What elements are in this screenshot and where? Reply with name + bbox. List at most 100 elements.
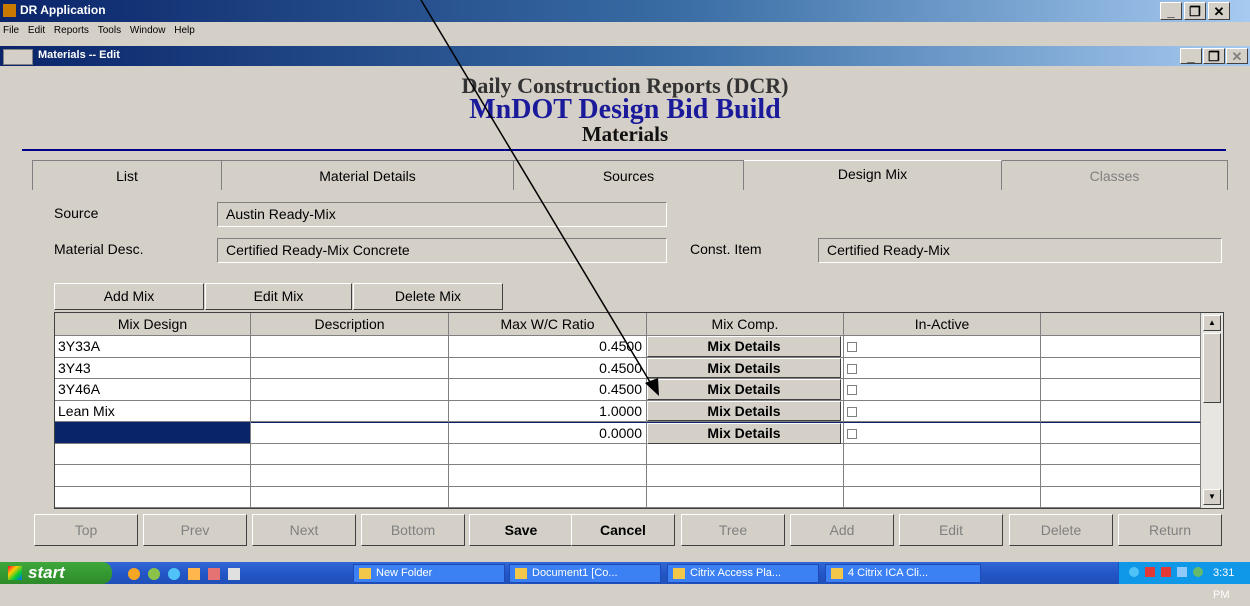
task-new-folder[interactable]: New Folder (353, 564, 505, 583)
grid-cell[interactable] (844, 443, 1041, 465)
wifi-icon[interactable] (1193, 567, 1203, 577)
edit-mix-button[interactable]: Edit Mix (205, 283, 352, 310)
in-active-checkbox[interactable] (847, 385, 857, 395)
ratio-cell[interactable]: 0.0000 (449, 422, 647, 444)
column-header[interactable]: In-Active (844, 313, 1041, 336)
network-icon[interactable] (1129, 567, 1139, 577)
menu-window[interactable]: Window (127, 22, 169, 39)
grid-cell[interactable] (449, 443, 647, 465)
child-close-icon[interactable]: ✕ (1226, 48, 1248, 64)
edit-button[interactable]: Edit (899, 514, 1003, 546)
add-mix-button[interactable]: Add Mix (54, 283, 204, 310)
save-button[interactable]: Save (469, 514, 573, 546)
delete-button[interactable]: Delete (1009, 514, 1113, 546)
media-icon[interactable] (148, 568, 160, 580)
child-minimize-icon[interactable]: _ (1180, 48, 1202, 64)
ratio-cell[interactable]: 0.4500 (449, 336, 647, 358)
grid-cell[interactable] (1041, 486, 1201, 508)
grid-cell[interactable] (1041, 422, 1201, 444)
in-active-checkbox[interactable] (847, 406, 857, 417)
mix-details-button[interactable]: Mix Details (647, 423, 841, 444)
menu-edit[interactable]: Edit (25, 22, 48, 39)
column-header[interactable] (1041, 313, 1201, 336)
description-cell[interactable] (251, 422, 449, 444)
scroll-thumb[interactable] (1203, 333, 1221, 403)
cursor-icon[interactable] (228, 568, 240, 580)
grid-cell[interactable] (647, 486, 844, 508)
outlook-icon[interactable] (188, 568, 200, 580)
mix-details-button[interactable]: Mix Details (647, 336, 841, 357)
source-field[interactable]: Austin Ready-Mix (217, 202, 667, 227)
mix-design-cell[interactable]: 3Y46A (55, 379, 251, 401)
close-icon[interactable]: ✕ (1208, 2, 1230, 20)
grid-cell[interactable] (55, 465, 251, 487)
material-desc-field[interactable]: Certified Ready-Mix Concrete (217, 238, 667, 263)
grid-scrollbar[interactable]: ▲ ▼ (1201, 313, 1223, 508)
in-active-checkbox[interactable] (847, 429, 857, 439)
description-cell[interactable] (251, 379, 449, 401)
ratio-cell[interactable]: 0.4500 (449, 379, 647, 401)
grid-cell[interactable] (1041, 357, 1201, 379)
tree-button[interactable]: Tree (681, 514, 785, 546)
grid-cell[interactable] (1041, 379, 1201, 401)
grid-cell[interactable] (1041, 443, 1201, 465)
menu-reports[interactable]: Reports (51, 22, 92, 39)
mix-design-cell[interactable] (55, 422, 251, 444)
column-header[interactable]: Mix Comp. (647, 313, 844, 336)
column-header[interactable]: Max W/C Ratio (449, 313, 647, 336)
browser-icon[interactable] (128, 568, 140, 580)
tab-material-details[interactable]: Material Details (222, 160, 514, 190)
in-active-checkbox[interactable] (847, 363, 857, 374)
description-cell[interactable] (251, 336, 449, 358)
scroll-down-icon[interactable]: ▼ (1203, 489, 1221, 505)
description-cell[interactable] (251, 357, 449, 379)
grid-cell[interactable] (55, 443, 251, 465)
grid-cell[interactable] (1041, 465, 1201, 487)
tab-list[interactable]: List (32, 160, 222, 190)
add-button[interactable]: Add (790, 514, 894, 546)
const-item-field[interactable]: Certified Ready-Mix (818, 238, 1222, 263)
task-document1[interactable]: Document1 [Co... (509, 564, 661, 583)
ratio-cell[interactable]: 1.0000 (449, 400, 647, 422)
column-header[interactable]: Description (251, 313, 449, 336)
grid-cell[interactable] (1041, 336, 1201, 358)
cancel-button[interactable]: Cancel (571, 514, 675, 546)
mix-design-cell[interactable]: 3Y33A (55, 336, 251, 358)
grid-cell[interactable] (647, 465, 844, 487)
start-button[interactable]: start (0, 562, 112, 584)
mix-design-cell[interactable]: 3Y43 (55, 357, 251, 379)
monitor-icon[interactable] (1177, 567, 1187, 577)
bottom-button[interactable]: Bottom (361, 514, 465, 546)
grid-cell[interactable] (251, 443, 449, 465)
security-icon[interactable] (1161, 567, 1171, 577)
grid-cell[interactable] (647, 443, 844, 465)
grid-cell[interactable] (449, 486, 647, 508)
prev-button[interactable]: Prev (143, 514, 247, 546)
scroll-up-icon[interactable]: ▲ (1203, 315, 1221, 331)
grid-cell[interactable] (251, 486, 449, 508)
restore-icon[interactable]: ❐ (1184, 2, 1206, 20)
task-citrix-access[interactable]: Citrix Access Pla... (667, 564, 819, 583)
grid-cell[interactable] (55, 486, 251, 508)
delete-mix-button[interactable]: Delete Mix (353, 283, 503, 310)
grid-cell[interactable] (251, 465, 449, 487)
menu-tools[interactable]: Tools (95, 22, 124, 39)
tab-design-mix[interactable]: Design Mix (744, 160, 1002, 190)
grid-cell[interactable] (844, 465, 1041, 487)
grid-cell[interactable] (844, 486, 1041, 508)
task-citrix-ica[interactable]: 4 Citrix ICA Cli... (825, 564, 981, 583)
in-active-checkbox[interactable] (847, 342, 857, 352)
pen-icon[interactable] (1145, 567, 1155, 577)
menu-help[interactable]: Help (171, 22, 198, 39)
mix-design-cell[interactable]: Lean Mix (55, 400, 251, 422)
tab-sources[interactable]: Sources (514, 160, 744, 190)
mix-details-button[interactable]: Mix Details (647, 400, 841, 421)
return-button[interactable]: Return (1118, 514, 1222, 546)
minimize-icon[interactable]: _ (1160, 2, 1182, 20)
ie-icon[interactable] (168, 568, 180, 580)
grid-cell[interactable] (1041, 400, 1201, 422)
mix-details-button[interactable]: Mix Details (647, 357, 841, 378)
ratio-cell[interactable]: 0.4500 (449, 357, 647, 379)
next-button[interactable]: Next (252, 514, 356, 546)
tab-classes[interactable]: Classes (1002, 160, 1228, 190)
